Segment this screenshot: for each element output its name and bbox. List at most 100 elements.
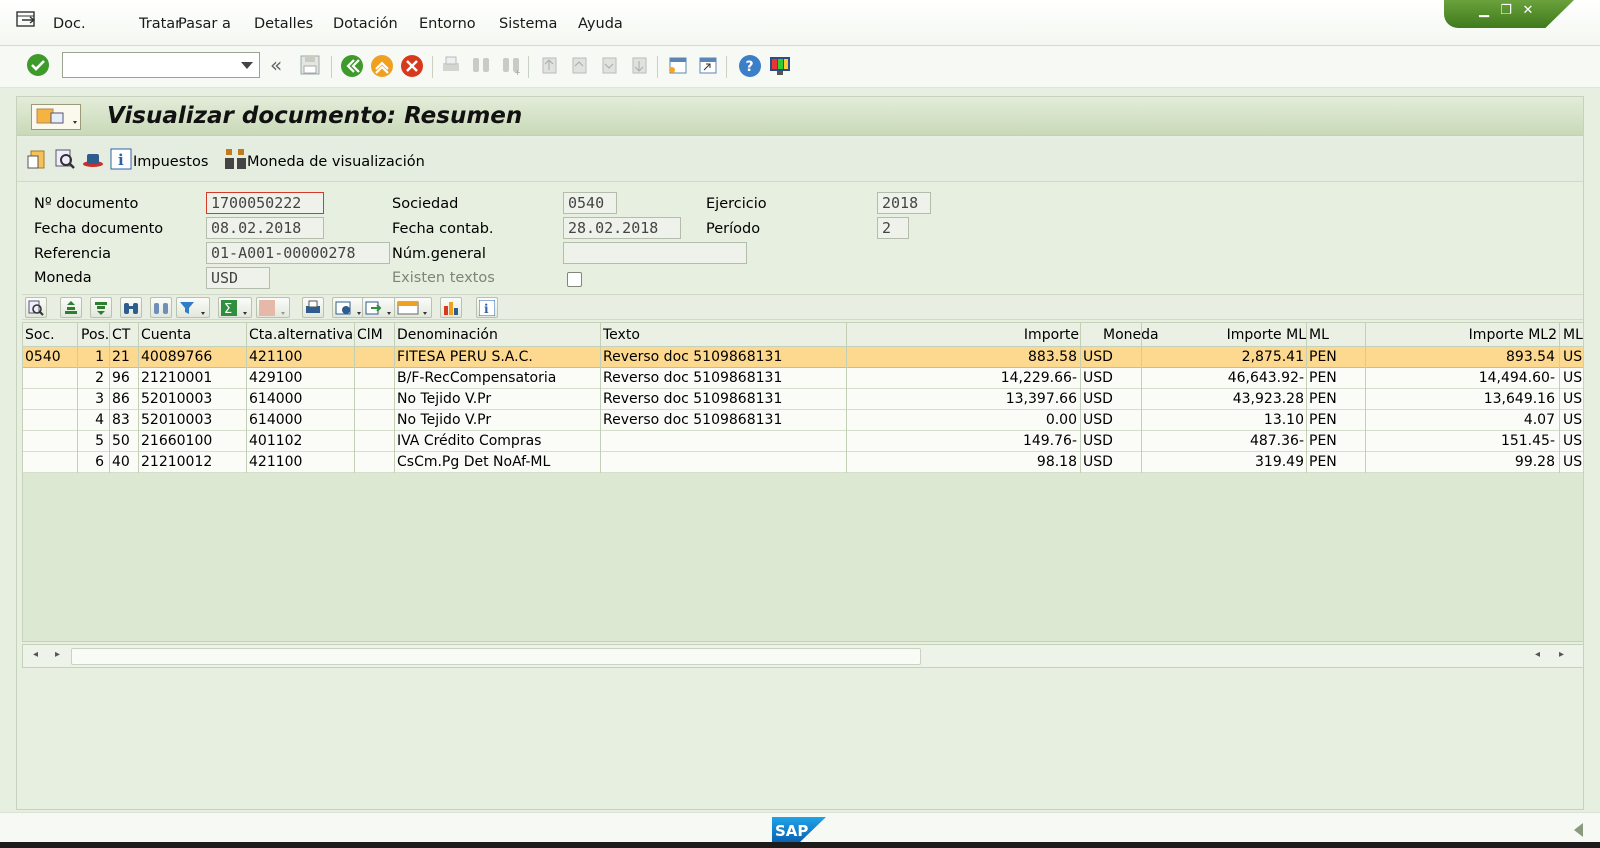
texts-exist-checkbox[interactable] xyxy=(567,272,582,287)
restore-icon[interactable]: ❐ xyxy=(1496,2,1516,20)
menu-tratar[interactable]: Tratar xyxy=(139,16,181,32)
column-header-ml2[interactable]: ML xyxy=(1563,327,1583,343)
cell-importe-ml2[interactable]: 14,494.60- xyxy=(1479,370,1555,386)
info-icon[interactable]: i xyxy=(110,148,132,170)
cell-soc[interactable]: 0540 xyxy=(25,349,61,365)
cell-ml[interactable]: PEN xyxy=(1309,412,1337,428)
transaction-menu-icon[interactable] xyxy=(31,104,81,130)
cell-importe-ml[interactable]: 487.36- xyxy=(1250,433,1304,449)
cell-pos[interactable]: 2 xyxy=(95,370,104,386)
cell-ct[interactable]: 50 xyxy=(112,433,130,449)
taxes-button[interactable]: Impuestos xyxy=(133,154,208,170)
cell-cuenta[interactable]: 52010003 xyxy=(141,412,212,428)
cell-ml2[interactable]: US xyxy=(1563,349,1582,365)
horizontal-scrollbar[interactable]: ◂ ▸ ◂ ▸ xyxy=(22,644,1584,668)
cell-moneda[interactable]: USD xyxy=(1083,454,1113,470)
cell-importe-ml2[interactable]: 4.07 xyxy=(1524,412,1555,428)
scroll-thumb[interactable] xyxy=(71,648,921,665)
cell-alt[interactable]: 614000 xyxy=(249,412,302,428)
find-next-icon[interactable] xyxy=(150,297,172,318)
cell-moneda[interactable]: USD xyxy=(1083,349,1113,365)
cell-ml[interactable]: PEN xyxy=(1309,433,1337,449)
table-row[interactable]: 4 83 52010003 614000 No Tejido V.Pr Reverso d… xyxy=(23,410,1583,431)
column-header-denominacion[interactable]: Denominación xyxy=(397,327,498,343)
column-header-importe-ml2[interactable]: Importe ML2 xyxy=(1469,327,1557,343)
enter-check-icon[interactable] xyxy=(26,53,50,77)
double-left-icon[interactable]: « xyxy=(270,53,282,77)
exit-icon[interactable] xyxy=(370,54,394,78)
display-detail-icon[interactable] xyxy=(54,148,76,170)
cell-ml[interactable]: PEN xyxy=(1309,454,1337,470)
filter-icon[interactable] xyxy=(176,297,210,318)
currency-field[interactable]: USD xyxy=(206,267,270,289)
cell-ml2[interactable]: US xyxy=(1563,454,1582,470)
hat-icon[interactable] xyxy=(82,148,104,170)
cell-importe[interactable]: 883.58 xyxy=(1028,349,1077,365)
cell-importe-ml2[interactable]: 151.45- xyxy=(1501,433,1555,449)
cell-denom[interactable]: No Tejido V.Pr xyxy=(397,391,491,407)
sort-ascending-icon[interactable] xyxy=(60,297,82,318)
currency-icon[interactable] xyxy=(224,148,248,170)
minimize-icon[interactable]: ▁ xyxy=(1474,2,1494,20)
column-header-ml[interactable]: ML xyxy=(1309,327,1329,343)
table-row[interactable]: 0540 1 21 40089766 421100 FITESA PERU S.A.C. R… xyxy=(23,347,1583,368)
cell-alt[interactable]: 421100 xyxy=(249,454,302,470)
cell-cuenta[interactable]: 21660100 xyxy=(141,433,212,449)
doc-date-field[interactable]: 08.02.2018 xyxy=(206,217,324,239)
cell-alt[interactable]: 429100 xyxy=(249,370,302,386)
cell-cuenta[interactable]: 21210001 xyxy=(141,370,212,386)
cell-texto[interactable]: Reverso doc 5109868131 xyxy=(603,370,782,386)
period-field[interactable]: 2 xyxy=(877,217,909,239)
cell-importe[interactable]: 149.76- xyxy=(1023,433,1077,449)
cell-cuenta[interactable]: 40089766 xyxy=(141,349,212,365)
details-icon[interactable] xyxy=(25,297,47,318)
cell-pos[interactable]: 1 xyxy=(95,349,104,365)
graphic-icon[interactable] xyxy=(440,297,462,318)
cell-pos[interactable]: 6 xyxy=(95,454,104,470)
general-no-field[interactable] xyxy=(563,242,747,264)
company-field[interactable]: 0540 xyxy=(563,192,617,214)
display-currency-button[interactable]: Moneda de visualización xyxy=(247,154,425,170)
menu-sistema[interactable]: Sistema xyxy=(499,16,557,32)
cell-ct[interactable]: 21 xyxy=(112,349,130,365)
cell-cuenta[interactable]: 52010003 xyxy=(141,391,212,407)
cell-pos[interactable]: 4 xyxy=(95,412,104,428)
cell-texto[interactable]: Reverso doc 5109868131 xyxy=(603,349,782,365)
cell-moneda[interactable]: USD xyxy=(1083,391,1113,407)
save-icon[interactable] xyxy=(298,53,322,77)
cell-texto[interactable]: Reverso doc 5109868131 xyxy=(603,391,782,407)
cell-importe[interactable]: 13,397.66 xyxy=(1006,391,1077,407)
menu-pasar-a[interactable]: Pasar a xyxy=(178,16,231,32)
column-header-ct[interactable]: CT xyxy=(112,327,130,343)
menu-entorno[interactable]: Entorno xyxy=(419,16,476,32)
fiscal-year-field[interactable]: 2018 xyxy=(877,192,931,214)
column-header-clm[interactable]: ClM xyxy=(357,327,383,343)
doc-no-field[interactable]: 1700050222 xyxy=(206,192,324,214)
document-header-icon[interactable] xyxy=(26,148,48,170)
cell-alt[interactable]: 421100 xyxy=(249,349,302,365)
cell-texto[interactable]: Reverso doc 5109868131 xyxy=(603,412,782,428)
new-session-icon[interactable] xyxy=(666,54,688,76)
find-icon[interactable] xyxy=(120,297,142,318)
cell-pos[interactable]: 3 xyxy=(95,391,104,407)
column-header-cuenta[interactable]: Cuenta xyxy=(141,327,191,343)
cell-ml2[interactable]: US xyxy=(1563,370,1582,386)
menu-icon[interactable] xyxy=(16,11,38,29)
cell-importe[interactable]: 98.18 xyxy=(1037,454,1077,470)
cell-ml2[interactable]: US xyxy=(1563,412,1582,428)
cell-denom[interactable]: No Tejido V.Pr xyxy=(397,412,491,428)
customize-layout-icon[interactable] xyxy=(768,54,792,78)
menu-ayuda[interactable]: Ayuda xyxy=(578,16,623,32)
scroll-left-icon[interactable]: ◂ xyxy=(1535,649,1540,660)
cell-importe-ml2[interactable]: 13,649.16 xyxy=(1484,391,1555,407)
scroll-right-icon[interactable]: ▸ xyxy=(55,649,60,660)
menu-detalles[interactable]: Detalles xyxy=(254,16,313,32)
cell-moneda[interactable]: USD xyxy=(1083,412,1113,428)
help-icon[interactable]: ? xyxy=(738,54,762,78)
scroll-right-icon[interactable]: ▸ xyxy=(1559,649,1564,660)
column-header-pos[interactable]: Pos. xyxy=(81,327,109,343)
column-header-moneda[interactable]: Moneda xyxy=(1103,327,1159,343)
print-preview-icon[interactable] xyxy=(302,297,324,318)
cell-importe[interactable]: 14,229.66- xyxy=(1001,370,1077,386)
table-row[interactable]: 5 50 21660100 401102 IVA Crédito Compras 149.… xyxy=(23,431,1583,452)
